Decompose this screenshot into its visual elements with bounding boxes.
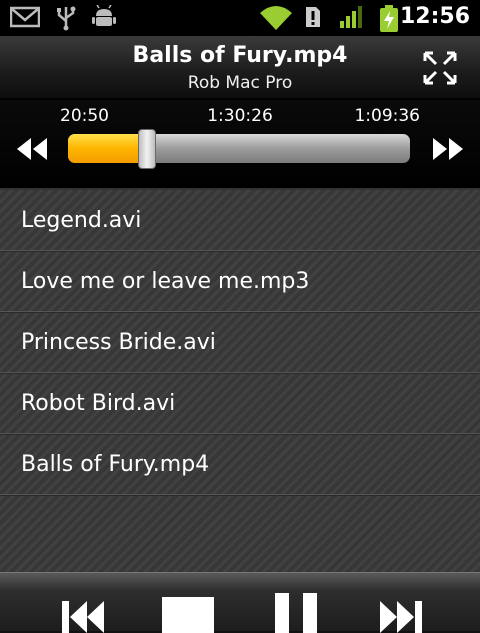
source-name: Rob Mac Pro bbox=[187, 73, 293, 93]
list-item[interactable]: Princess Bride.avi bbox=[0, 312, 480, 373]
playback-controls bbox=[0, 572, 480, 633]
android-debug-icon bbox=[92, 5, 116, 26]
wifi-icon bbox=[260, 6, 292, 30]
alert-icon bbox=[306, 7, 320, 27]
list-item[interactable]: Love me or leave me.mp3 bbox=[0, 251, 480, 312]
fast-forward-icon[interactable] bbox=[430, 136, 466, 162]
list-item[interactable]: Balls of Fury.mp4 bbox=[0, 434, 480, 495]
list-item[interactable]: Robot Bird.avi bbox=[0, 373, 480, 434]
now-playing-header: Balls of Fury.mp4 Rob Mac Pro bbox=[0, 36, 480, 100]
media-title: Balls of Fury.mp4 bbox=[132, 43, 348, 68]
skip-previous-icon[interactable] bbox=[60, 593, 106, 633]
status-time: 12:56 bbox=[399, 4, 470, 29]
rewind-icon[interactable] bbox=[14, 136, 50, 162]
skip-next-icon[interactable] bbox=[378, 593, 424, 633]
fullscreen-icon[interactable] bbox=[422, 50, 458, 86]
usb-icon bbox=[57, 6, 76, 31]
gmail-icon bbox=[10, 6, 40, 28]
seek-bar-thumb[interactable] bbox=[137, 129, 156, 169]
progress-area: 20:50 1:30:26 1:09:36 bbox=[0, 100, 480, 190]
pause-icon[interactable] bbox=[273, 593, 319, 633]
status-bar: 12:56 bbox=[0, 0, 480, 36]
battery-charging-icon bbox=[380, 5, 398, 32]
seek-bar-progress bbox=[68, 134, 147, 163]
list-item[interactable]: Legend.avi bbox=[0, 190, 480, 251]
playlist: Legend.avi Love me or leave me.mp3 Princ… bbox=[0, 190, 480, 572]
stop-icon[interactable] bbox=[162, 593, 214, 633]
remaining-time: 1:09:36 bbox=[354, 106, 420, 126]
signal-icon bbox=[340, 6, 362, 28]
seek-bar[interactable] bbox=[68, 134, 410, 163]
